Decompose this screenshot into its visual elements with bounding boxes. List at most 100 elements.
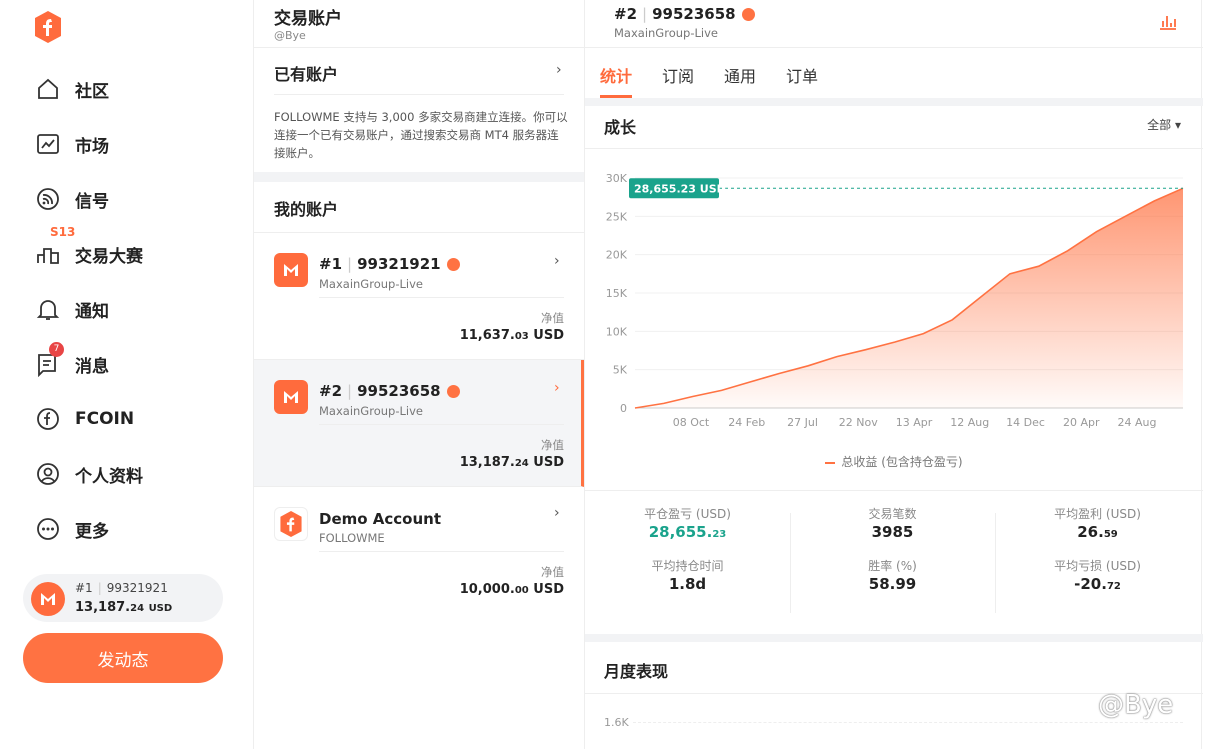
caret-down-icon: ▾ [1174,118,1181,132]
profile-icon [37,463,59,485]
stat-label: 平均持仓时间 [651,559,724,573]
monthly-gridline [633,722,1183,723]
existing-account-title[interactable]: 已有账户 [274,61,338,85]
equity-label: 净值 [541,438,564,452]
tab-subscribe[interactable]: 订阅 [662,63,694,87]
nav-label-community: 社区 [75,81,109,102]
account-number: #1 | 99321921 [319,255,460,273]
nav-label-contest: 交易大赛 [75,246,143,267]
tab-stats[interactable]: 统计 [600,63,632,87]
series-area [635,188,1183,408]
account-item-1[interactable]: #1 | 99321921 MaxainGroup-Live › 净值 11,637… [254,233,584,360]
section-gap [585,98,1203,106]
nav-label-fcoin: FCOIN [75,409,135,429]
fcoin-icon [37,408,59,430]
account-chevron-icon: › [554,380,560,396]
stat-value-avg-hold: 1.8d [668,575,707,593]
x-tick-label: 13 Apr [896,416,933,429]
stat-value-winrate: 58.99 [868,575,917,593]
nav-item-more[interactable]: 更多 [35,514,109,544]
stat-label: 交易笔数 [868,507,917,521]
accounts-panel-header: 交易账户 @Bye [254,0,584,48]
stat-label: 平均盈利 (USD) [1054,507,1141,521]
contest-season-badge: S13 [50,225,76,239]
divider [319,297,564,298]
section-gap [585,634,1203,642]
watermark: @Bye [1098,690,1174,720]
mini-account-equity: 13,187.24 USD [75,600,173,615]
chart-legend: 总收益 (包含持仓盈亏) [585,453,1203,470]
nav-label-signal: 信号 [75,191,109,212]
more-icon [37,518,59,540]
broker-logo-icon [274,253,308,287]
y-tick-label: 10K [606,325,628,338]
nav-label-messages: 消息 [75,356,109,377]
account-item-demo[interactable]: Demo Account FOLLOWME › 净值 10,000.00 USD [254,487,584,614]
left-sidebar: 社区 市场 信号 S13 交易大赛 通知 7 消息 FCOIN 个人资料 更多 … [0,0,254,749]
nav-item-messages[interactable]: 7 消息 [35,342,109,379]
stats-column-1: 平仓盈亏 (USD) 28,655.23 平均持仓时间 1.8d [585,505,790,609]
stat-value-avg-loss: -20.72 [1074,575,1121,593]
current-account-card[interactable]: #1 | 99321921 13,187.24 USD [23,574,223,622]
tab-orders[interactable]: 订单 [786,63,818,87]
detail-account-server: MaxainGroup-Live [614,26,718,40]
app-window: 社区 市场 信号 S13 交易大赛 通知 7 消息 FCOIN 个人资料 更多 … [0,0,1214,749]
mini-account-id: #1 | 99321921 [75,581,168,595]
pk-badge-icon [446,385,460,398]
divider [274,94,564,95]
x-tick-label: 24 Aug [1118,416,1157,429]
contest-icon [37,248,59,264]
message-count-badge: 7 [49,342,64,357]
stat-label: 胜率 (%) [868,559,917,573]
stat-label: 平均亏损 (USD) [1054,559,1141,573]
account-name: Demo Account [319,510,442,528]
nav-item-market[interactable]: 市场 [35,129,109,159]
detail-account-number: #2 | 99523658 [614,5,755,23]
equity-label: 净值 [541,311,564,325]
nav-label-profile: 个人资料 [75,466,143,487]
account-server: MaxainGroup-Live [319,404,423,418]
pk-badge-icon [741,8,755,21]
account-equity: 10,000.00 USD [459,582,564,597]
post-button[interactable]: 发动态 [23,633,223,683]
nav-item-profile[interactable]: 个人资料 [35,459,143,489]
broker-logo-icon [31,582,65,616]
nav-item-fcoin[interactable]: FCOIN [35,404,134,434]
nav-label-more: 更多 [75,521,109,542]
account-item-2[interactable]: #2 | 99523658 MaxainGroup-Live › 净值 13,187… [254,360,584,487]
followme-logo-icon [274,507,308,541]
nav-item-notifications[interactable]: 通知 [35,294,109,324]
growth-title: 成长 [604,118,637,137]
divider [585,490,1203,491]
stat-value-avg-profit: 26.59 [1077,523,1118,541]
stat-value-trades: 3985 [871,523,914,541]
home-icon [38,78,58,99]
tab-general[interactable]: 通用 [724,63,756,87]
connect-description: FOLLOWME 支持与 3,000 多家交易商建立连接。你可以连接一个已有交易… [274,110,568,160]
monthly-title: 月度表现 [604,662,669,681]
nav-item-community[interactable]: 社区 [35,74,109,104]
nav-label-market: 市场 [75,136,109,157]
divider [585,148,1203,149]
divider [585,47,1203,48]
stat-label: 平仓盈亏 (USD) [644,507,731,521]
followme-logo-icon[interactable] [32,10,64,44]
y-tick-label: 15K [606,287,628,300]
nav-item-contest[interactable]: S13 交易大赛 [35,225,143,269]
legend-swatch [825,461,836,464]
divider [319,424,564,425]
equity-label: 净值 [541,565,564,579]
pk-badge-icon [446,258,460,271]
range-filter-dropdown[interactable]: 全部 ▾ [1147,116,1181,133]
x-tick-label: 24 Feb [728,416,765,429]
y-tick-label: 0 [620,402,627,415]
monthly-axis-tick: 1.6K [604,716,629,729]
account-server: FOLLOWME [319,531,385,545]
x-tick-label: 20 Apr [1063,416,1100,429]
account-equity: 11,637.03 USD [459,328,564,343]
account-detail-panel: #2 | 99523658 MaxainGroup-Live 统计 订阅 通用 订单… [584,0,1203,749]
bar-chart-icon[interactable] [1157,10,1179,32]
account-number: #2 | 99523658 [319,382,460,400]
existing-chevron-icon[interactable]: › [556,62,562,78]
nav-item-signal[interactable]: 信号 [35,184,109,214]
